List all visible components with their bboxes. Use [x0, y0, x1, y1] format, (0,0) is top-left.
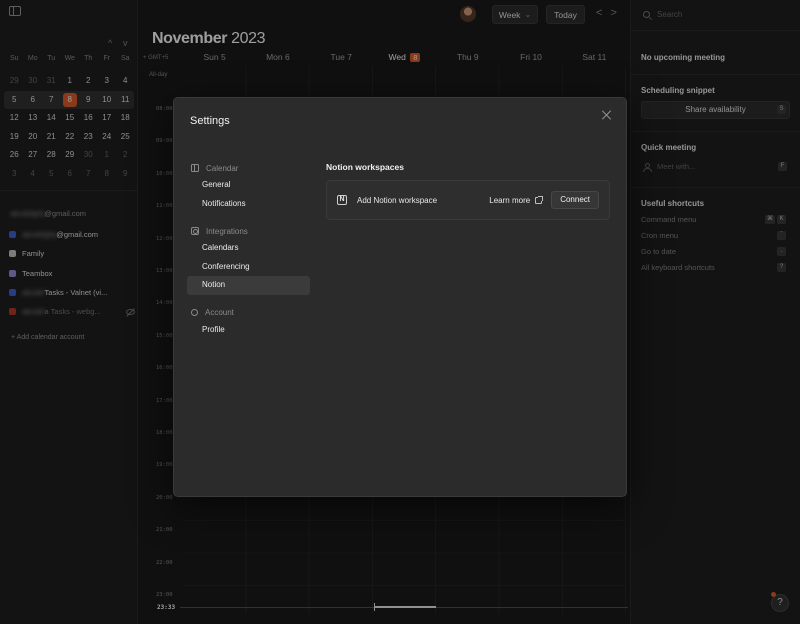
settings-nav-general[interactable]: General [187, 176, 310, 195]
settings-nav: Calendar General Notifications Integrations… [187, 160, 311, 339]
connect-button[interactable]: Connect [551, 191, 599, 209]
add-workspace-label: Add Notion workspace [357, 195, 438, 205]
learn-more-link[interactable]: Learn more [489, 195, 544, 205]
modal-title: Settings [190, 115, 230, 127]
settings-modal: Settings Calendar General Notifications Int… [173, 97, 627, 497]
settings-group-header: Integrations [191, 223, 311, 239]
account-icon [191, 309, 198, 316]
settings-content: Notion workspaces N Add Notion workspace… [326, 162, 610, 220]
external-link-icon [535, 195, 544, 204]
settings-group-header: Account [191, 305, 311, 321]
integrations-icon [191, 227, 199, 235]
calendar-icon [191, 164, 199, 172]
settings-nav-profile[interactable]: Profile [187, 321, 310, 340]
settings-group-header: Calendar [191, 160, 311, 176]
settings-nav-calendars[interactable]: Calendars [187, 239, 310, 258]
close-icon[interactable] [602, 110, 612, 120]
settings-nav-notifications[interactable]: Notifications [187, 195, 310, 214]
settings-nav-conferencing[interactable]: Conferencing [187, 258, 310, 277]
section-title: Notion workspaces [326, 162, 404, 172]
settings-nav-notion[interactable]: Notion [187, 276, 310, 295]
notion-workspace-card: N Add Notion workspace Learn more Connec… [326, 180, 610, 220]
notion-logo-icon: N [337, 195, 347, 205]
